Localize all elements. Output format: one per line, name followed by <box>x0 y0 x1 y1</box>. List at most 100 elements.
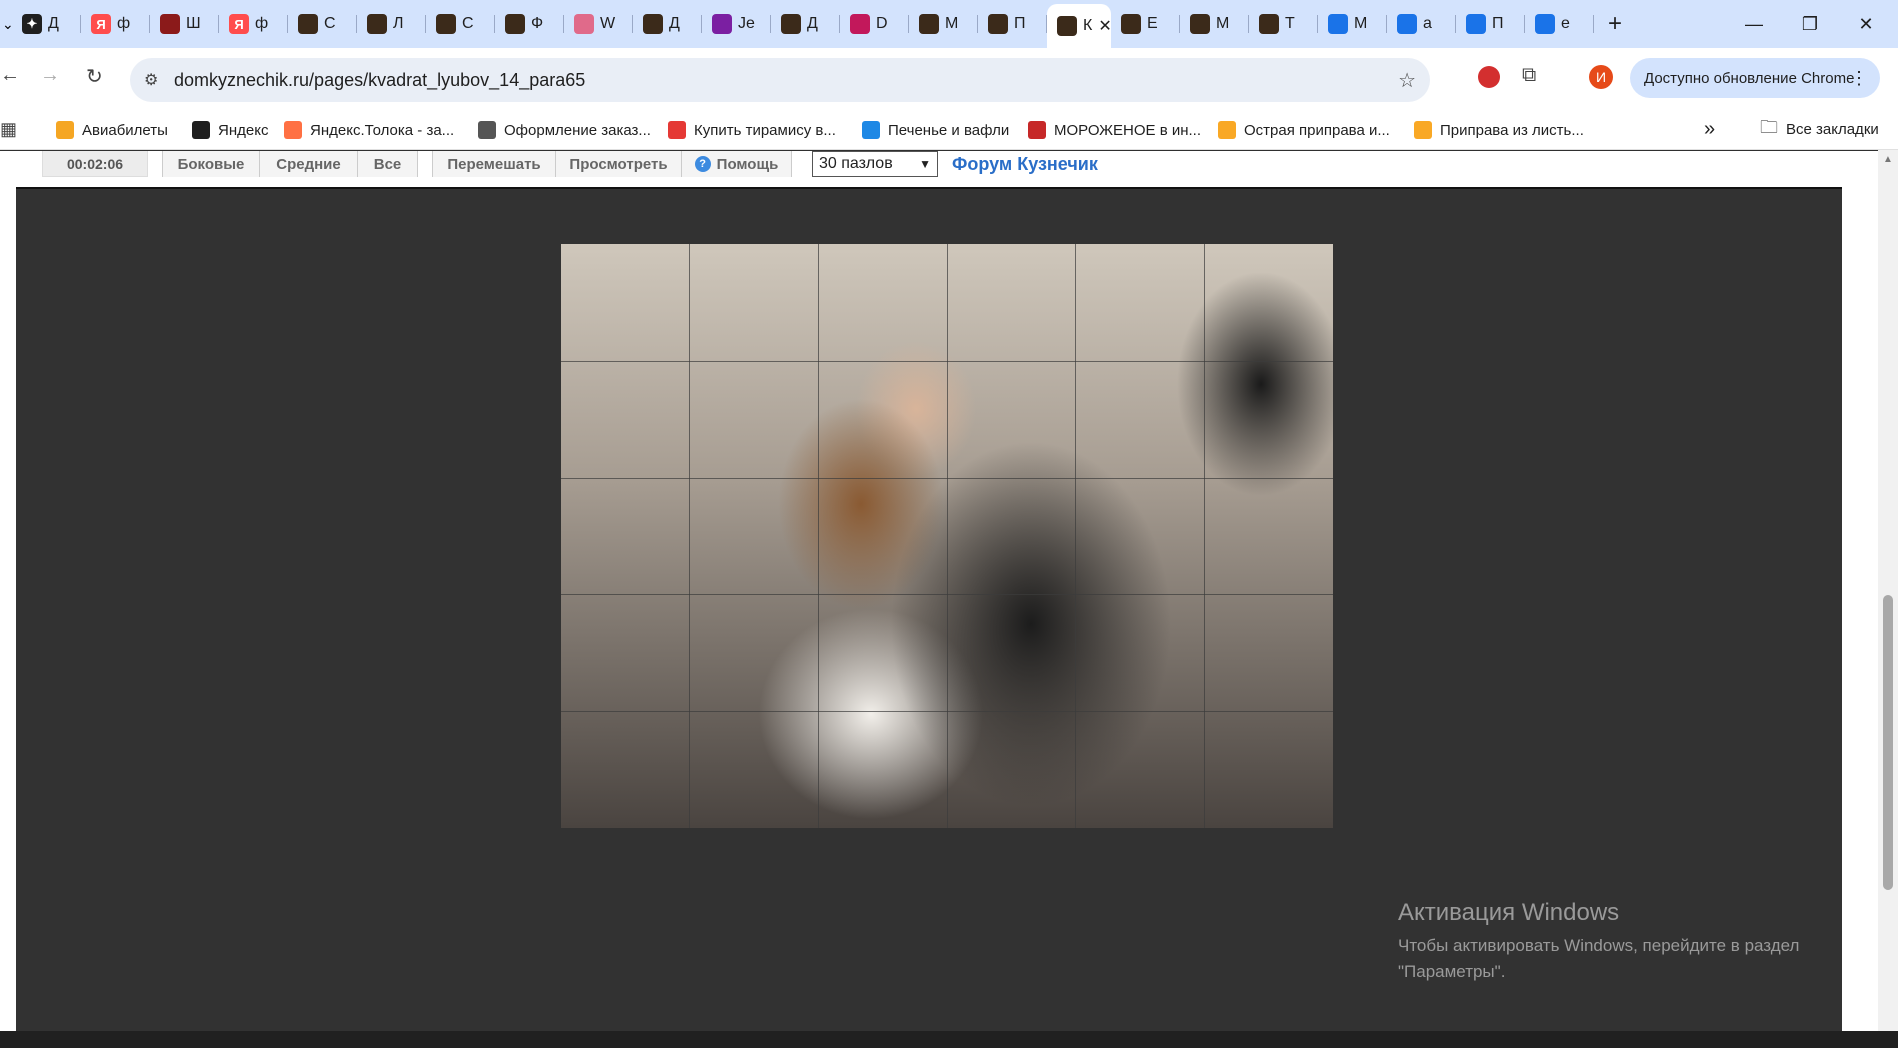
bookmark-item[interactable]: Яндекс <box>192 121 268 139</box>
tab-label: М <box>1354 15 1368 32</box>
bookmark-item[interactable]: Острая приправа и... <box>1218 121 1390 139</box>
bookmark-item[interactable]: Приправа из листь... <box>1414 121 1584 139</box>
activation-line-1: Чтобы активировать Windows, перейдите в … <box>1398 936 1800 955</box>
bookmark-favicon-icon <box>478 121 496 139</box>
extensions-puzzle-icon[interactable]: ⧉ <box>1522 64 1536 87</box>
tab-favicon-icon <box>919 14 939 34</box>
bookmark-label: Острая приправа и... <box>1244 121 1390 139</box>
tab-11[interactable]: Д <box>771 6 840 42</box>
os-taskbar <box>0 1031 1898 1048</box>
restore-button[interactable]: ❐ <box>1782 0 1838 48</box>
tab-favicon-icon <box>1057 16 1077 36</box>
tab-0[interactable]: ✦ Д <box>12 6 81 42</box>
extension-shield-icon[interactable] <box>1478 66 1500 88</box>
grid-line <box>561 594 1333 595</box>
tab-13[interactable]: М <box>909 6 978 42</box>
tab-after-4[interactable]: а <box>1387 6 1456 42</box>
tab-active[interactable]: К ✕ <box>1047 4 1111 48</box>
forward-icon[interactable]: → <box>40 64 60 87</box>
puzzle-image[interactable] <box>561 244 1333 828</box>
apps-grid-icon[interactable]: ▦ <box>0 119 17 140</box>
chrome-update-button[interactable]: Доступно обновление Chrome ⋮ <box>1630 58 1880 98</box>
address-url[interactable]: domkyznechik.ru/pages/kvadrat_lyubov_14_… <box>174 70 585 91</box>
tab-2[interactable]: Ш <box>150 6 219 42</box>
bookmark-item[interactable]: МОРОЖЕНОЕ в ин... <box>1028 121 1201 139</box>
tab-label: К <box>1083 17 1093 34</box>
tab-label: W <box>600 15 616 32</box>
back-icon[interactable]: ← <box>0 64 20 87</box>
grid-line <box>1075 244 1076 828</box>
page-scrollbar[interactable]: ▲ <box>1878 150 1898 1031</box>
tab-3[interactable]: Яф <box>219 6 288 42</box>
help-button[interactable]: ? Помощь <box>682 151 792 177</box>
close-window-button[interactable]: ✕ <box>1838 0 1894 48</box>
reload-icon[interactable]: ↻ <box>86 64 103 89</box>
grid-line <box>561 478 1333 479</box>
tab-label: Д <box>669 15 680 32</box>
bookmark-item[interactable]: Авиабилеты <box>56 121 168 139</box>
tab-label: Д <box>48 15 59 32</box>
bookmark-star-icon[interactable]: ☆ <box>1398 68 1416 93</box>
bookmarks-overflow-icon[interactable]: » <box>1704 118 1715 141</box>
tab-favicon-icon <box>574 14 594 34</box>
menu-dots-icon[interactable]: ⋮ <box>1850 68 1868 89</box>
scrollbar-thumb[interactable] <box>1883 595 1893 890</box>
forum-link[interactable]: Форум Кузнечик <box>952 151 1098 177</box>
tab-label: ф <box>255 15 269 32</box>
bookmark-item[interactable]: Яндекс.Толока - за... <box>284 121 454 139</box>
preview-button[interactable]: Просмотреть <box>556 151 682 177</box>
select-arrow-icon: ▼ <box>919 157 931 171</box>
tab-after-6[interactable]: е <box>1525 6 1594 42</box>
site-info-icon[interactable]: ⚙ <box>144 70 158 90</box>
tab-5[interactable]: Л <box>357 6 426 42</box>
all-bookmarks-button[interactable]: 🗀 Все закладки <box>1760 115 1879 145</box>
tab-label: С <box>462 15 474 32</box>
tab-label: е <box>1561 15 1570 32</box>
address-bar[interactable]: ⚙ domkyznechik.ru/pages/kvadrat_lyubov_1… <box>130 58 1430 102</box>
tab-after-0[interactable]: Е <box>1111 6 1180 42</box>
tab-search-chevron-icon[interactable]: ⌄ <box>2 16 14 33</box>
tab-6[interactable]: С <box>426 6 495 42</box>
scroll-up-icon[interactable]: ▲ <box>1883 154 1893 165</box>
tab-after-3[interactable]: М <box>1318 6 1387 42</box>
all-button[interactable]: Все <box>358 151 418 177</box>
tab-favicon-icon <box>298 14 318 34</box>
minimize-button[interactable]: — <box>1726 0 1782 48</box>
tab-after-2[interactable]: Т <box>1249 6 1318 42</box>
tab-1[interactable]: Яф <box>81 6 150 42</box>
tab-4[interactable]: С <box>288 6 357 42</box>
shuffle-button[interactable]: Перемешать <box>432 151 556 177</box>
tab-favicon-icon <box>643 14 663 34</box>
tab-after-5[interactable]: П <box>1456 6 1525 42</box>
tab-label: С <box>324 15 336 32</box>
bookmark-favicon-icon <box>668 121 686 139</box>
tab-8[interactable]: W <box>564 6 633 42</box>
tab-label: Л <box>393 15 404 32</box>
puzzle-toolbar: 00:02:06 Боковые Средние Все Перемешать … <box>0 151 1898 187</box>
tab-close-icon[interactable]: ✕ <box>1098 16 1111 36</box>
all-bookmarks-label: Все закладки <box>1786 121 1879 138</box>
new-tab-button[interactable]: + <box>1608 10 1622 38</box>
profile-avatar[interactable]: И <box>1589 65 1613 89</box>
tab-label: а <box>1423 15 1432 32</box>
tab-after-1[interactable]: М <box>1180 6 1249 42</box>
tab-favicon-icon <box>1190 14 1210 34</box>
middles-button[interactable]: Средние <box>260 151 358 177</box>
bookmark-item[interactable]: Оформление заказ... <box>478 121 651 139</box>
tab-9[interactable]: Д <box>633 6 702 42</box>
grid-line <box>561 711 1333 712</box>
tab-label: Ш <box>186 15 201 32</box>
bookmark-item[interactable]: Купить тирамису в... <box>668 121 836 139</box>
tab-14[interactable]: П <box>978 6 1047 42</box>
tab-label: Т <box>1285 15 1295 32</box>
tab-10[interactable]: Je <box>702 6 771 42</box>
tab-7[interactable]: Ф <box>495 6 564 42</box>
grid-line <box>689 244 690 828</box>
activation-title: Активация Windows <box>1398 899 1620 926</box>
tab-label: Ф <box>531 15 544 32</box>
sides-button[interactable]: Боковые <box>162 151 260 177</box>
tab-12[interactable]: D <box>840 6 909 42</box>
pieces-select[interactable]: 30 пазлов ▼ <box>812 151 938 177</box>
bookmark-label: Приправа из листь... <box>1440 121 1584 139</box>
bookmark-item[interactable]: Печенье и вафли <box>862 121 1009 139</box>
